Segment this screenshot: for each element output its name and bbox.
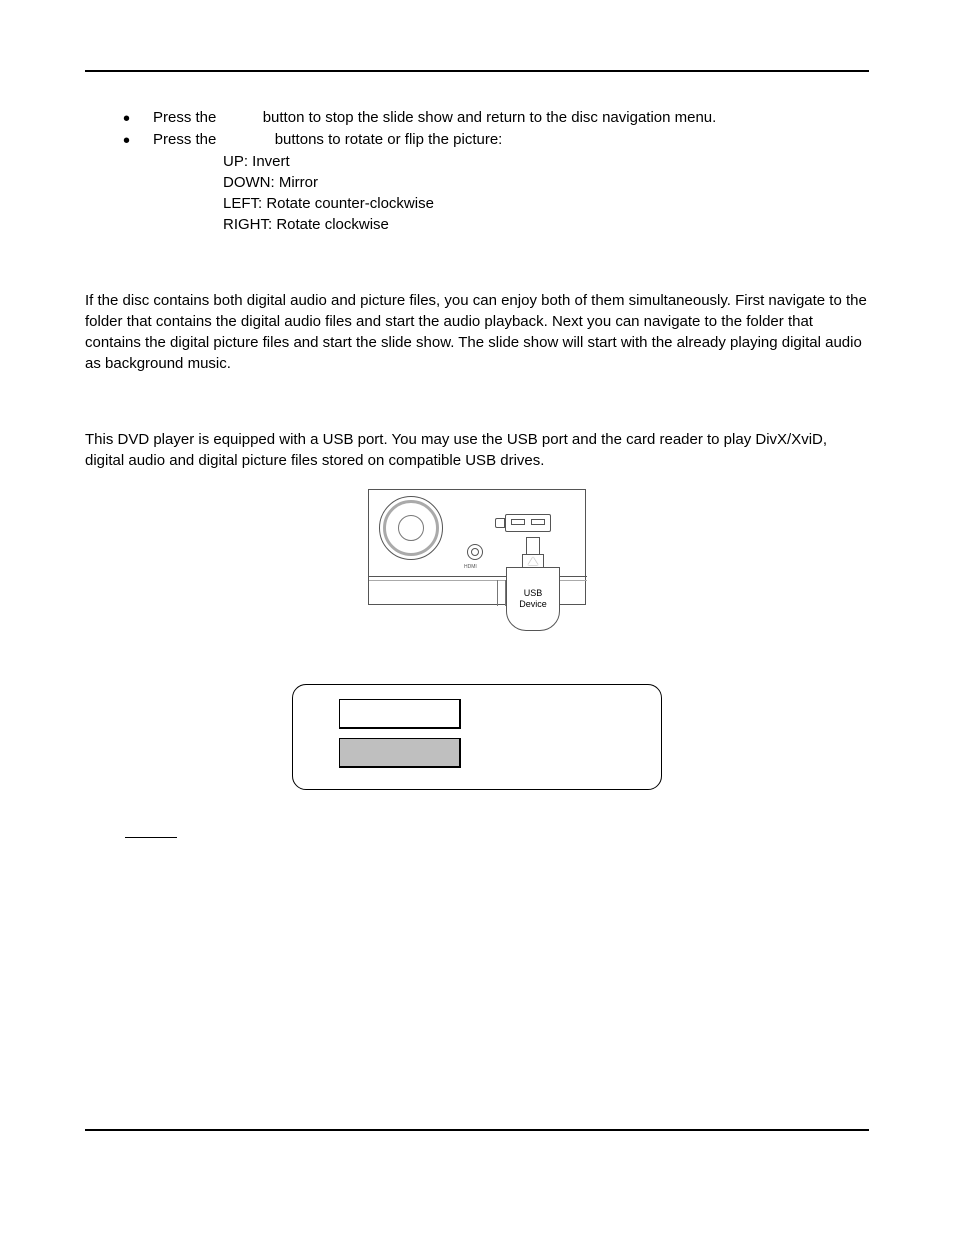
hdmi-button xyxy=(467,544,483,560)
usb-port xyxy=(495,514,551,532)
rotate-down: DOWN: Mirror xyxy=(223,172,869,193)
menu-item-1 xyxy=(339,699,461,729)
usb-label-line2: Device xyxy=(519,599,547,610)
bullet1-pre: Press the xyxy=(153,109,221,126)
paragraph-usb: This DVD player is equipped with a USB p… xyxy=(85,429,869,471)
bullet-item-rotate: Press the buttons to rotate or flip the … xyxy=(123,129,869,150)
hdmi-label: HDMI xyxy=(464,564,477,570)
notes-underline xyxy=(125,825,869,843)
bullet-item-stop: Press the button to stop the slide show … xyxy=(123,107,869,128)
usb-label-line1: USB xyxy=(524,588,543,599)
rotate-right: RIGHT: Rotate clockwise xyxy=(223,214,869,235)
header-rule xyxy=(85,70,869,72)
device-diagram-container: HDMI USB Device xyxy=(85,489,869,639)
footer-rule xyxy=(85,1129,869,1131)
arrow-up-icon xyxy=(528,557,538,565)
menu-box-container xyxy=(85,684,869,790)
usb-device-icon: USB Device xyxy=(506,537,560,631)
paragraph-audio-picture: If the disc contains both digital audio … xyxy=(85,290,869,374)
control-dial xyxy=(379,496,443,560)
bullet2-post: buttons to rotate or flip the picture: xyxy=(275,131,503,148)
device-diagram: HDMI USB Device xyxy=(368,489,586,639)
bullet1-post: button to stop the slide show and return… xyxy=(263,109,717,126)
rotate-up: UP: Invert xyxy=(223,151,869,172)
bullet-list: Press the button to stop the slide show … xyxy=(123,107,869,150)
rotate-left: LEFT: Rotate counter-clockwise xyxy=(223,193,869,214)
source-menu-box xyxy=(292,684,662,790)
menu-item-2-selected xyxy=(339,738,461,768)
rotate-directions: UP: Invert DOWN: Mirror LEFT: Rotate cou… xyxy=(223,151,869,235)
bullet2-pre: Press the xyxy=(153,131,221,148)
